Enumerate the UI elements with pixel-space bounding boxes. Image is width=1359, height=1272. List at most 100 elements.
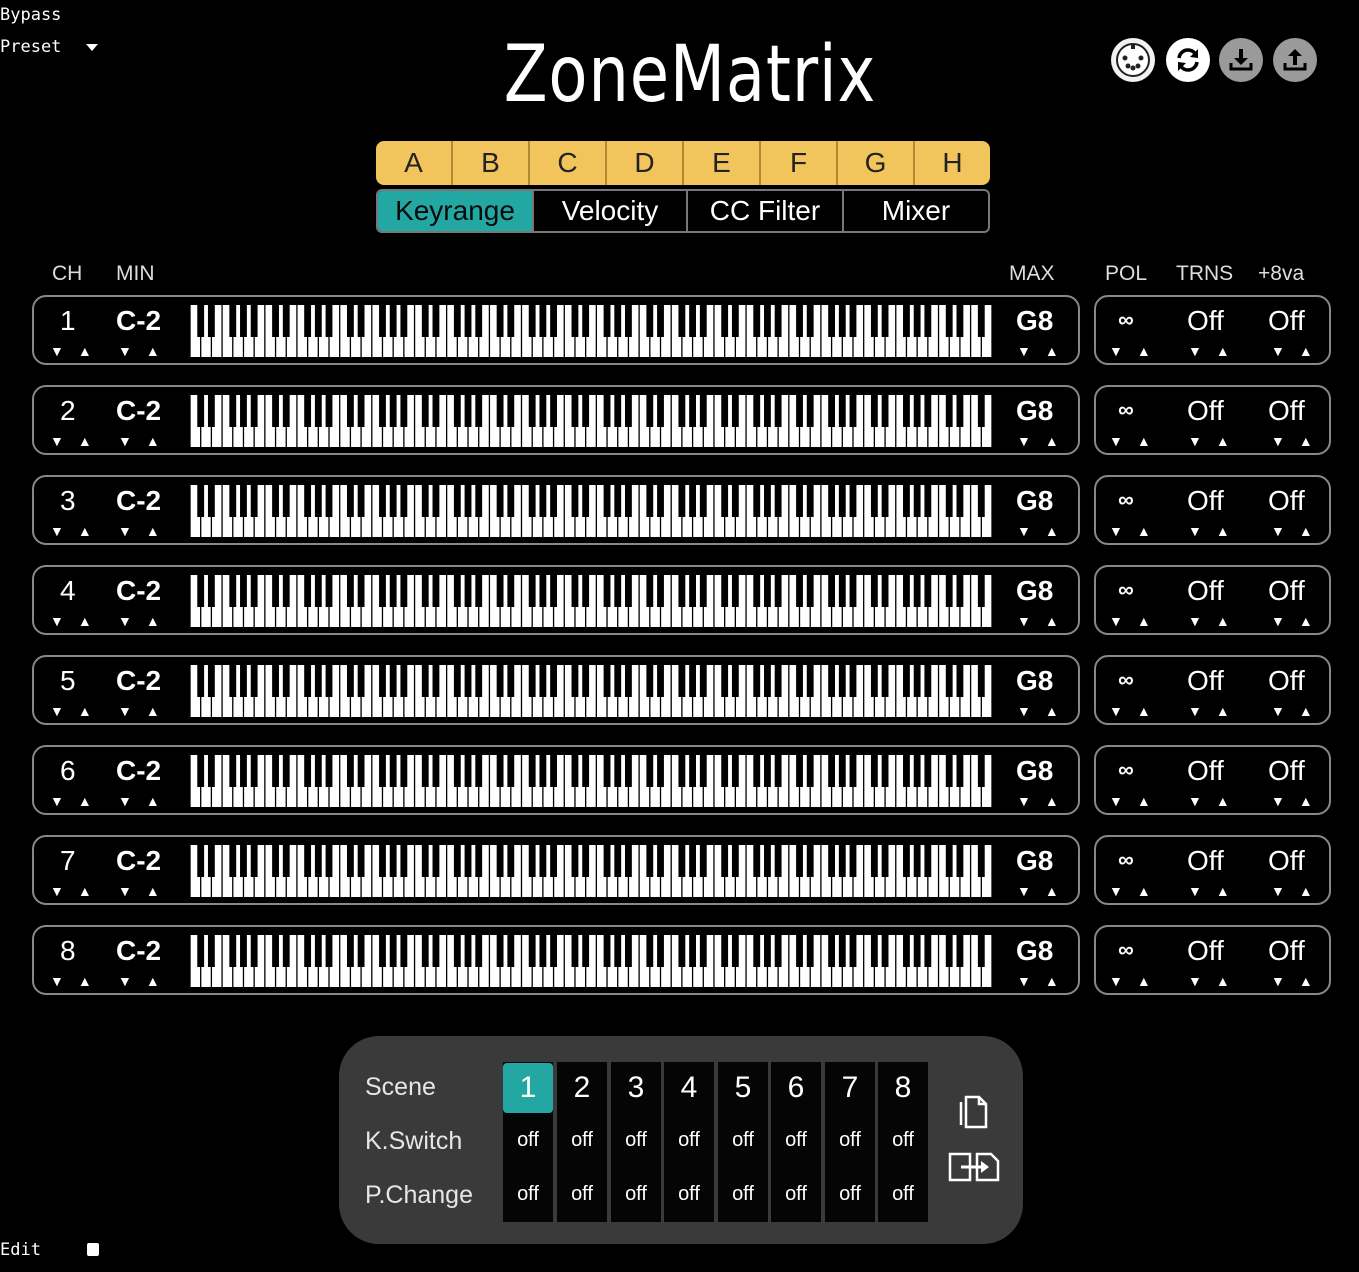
transpose-stepper[interactable]: ▼▲ (1188, 793, 1244, 809)
preset-label[interactable]: Preset (0, 37, 61, 57)
min-stepper[interactable]: ▼▲ (118, 343, 174, 359)
scene-button[interactable]: 6 (771, 1063, 821, 1113)
edit-label[interactable]: Edit (0, 1240, 41, 1260)
kswitch-value[interactable]: off (557, 1129, 607, 1152)
keyboard[interactable] (189, 485, 993, 537)
channel-stepper[interactable]: ▼▲ (50, 883, 106, 899)
pchange-value[interactable]: off (557, 1183, 607, 1206)
pchange-value[interactable]: off (825, 1183, 875, 1206)
zone-tab-a[interactable]: A (376, 141, 453, 185)
channel-stepper[interactable]: ▼▲ (50, 973, 106, 989)
max-stepper[interactable]: ▼▲ (1017, 613, 1073, 629)
pchange-value[interactable]: off (664, 1183, 714, 1206)
channel-stepper[interactable]: ▼▲ (50, 793, 106, 809)
kswitch-value[interactable]: off (718, 1129, 768, 1152)
scene-button[interactable]: 5 (718, 1063, 768, 1113)
min-stepper[interactable]: ▼▲ (118, 433, 174, 449)
max-stepper[interactable]: ▼▲ (1017, 973, 1073, 989)
channel-stepper[interactable]: ▼▲ (50, 703, 106, 719)
tab-velocity[interactable]: Velocity (534, 191, 688, 231)
download-icon[interactable] (1219, 38, 1263, 82)
channel-stepper[interactable]: ▼▲ (50, 343, 106, 359)
kswitch-value[interactable]: off (611, 1129, 661, 1152)
preset-dropdown-icon[interactable] (86, 44, 98, 51)
scene-button[interactable]: 7 (825, 1063, 875, 1113)
keyboard[interactable] (189, 305, 993, 357)
min-stepper[interactable]: ▼▲ (118, 793, 174, 809)
zone-tab-c[interactable]: C (530, 141, 607, 185)
transpose-stepper[interactable]: ▼▲ (1188, 343, 1244, 359)
min-stepper[interactable]: ▼▲ (118, 883, 174, 899)
pchange-value[interactable]: off (771, 1183, 821, 1206)
pchange-value[interactable]: off (718, 1183, 768, 1206)
octave-stepper[interactable]: ▼▲ (1271, 523, 1327, 539)
pchange-value[interactable]: off (503, 1183, 553, 1206)
max-stepper[interactable]: ▼▲ (1017, 703, 1073, 719)
refresh-icon[interactable] (1166, 38, 1210, 82)
kswitch-value[interactable]: off (878, 1129, 928, 1152)
transpose-stepper[interactable]: ▼▲ (1188, 613, 1244, 629)
octave-stepper[interactable]: ▼▲ (1271, 793, 1327, 809)
min-stepper[interactable]: ▼▲ (118, 523, 174, 539)
polarity-stepper[interactable]: ▼▲ (1109, 793, 1165, 809)
zone-tab-g[interactable]: G (838, 141, 915, 185)
transpose-stepper[interactable]: ▼▲ (1188, 433, 1244, 449)
zone-tab-b[interactable]: B (453, 141, 530, 185)
max-stepper[interactable]: ▼▲ (1017, 523, 1073, 539)
kswitch-value[interactable]: off (664, 1129, 714, 1152)
scene-button[interactable]: 1 (503, 1063, 553, 1113)
paste-icon[interactable] (947, 1148, 1003, 1189)
zone-tab-e[interactable]: E (684, 141, 761, 185)
transpose-stepper[interactable]: ▼▲ (1188, 973, 1244, 989)
polarity-stepper[interactable]: ▼▲ (1109, 883, 1165, 899)
polarity-stepper[interactable]: ▼▲ (1109, 703, 1165, 719)
midi-port-icon[interactable] (1111, 38, 1155, 82)
scene-button[interactable]: 3 (611, 1063, 661, 1113)
tab-keyrange[interactable]: Keyrange (378, 191, 534, 231)
keyboard[interactable] (189, 845, 993, 897)
polarity-stepper[interactable]: ▼▲ (1109, 433, 1165, 449)
copy-icon[interactable] (957, 1094, 989, 1135)
keyboard[interactable] (189, 395, 993, 447)
pchange-value[interactable]: off (878, 1183, 928, 1206)
min-stepper[interactable]: ▼▲ (118, 613, 174, 629)
pchange-value[interactable]: off (611, 1183, 661, 1206)
keyboard[interactable] (189, 575, 993, 627)
kswitch-value[interactable]: off (771, 1129, 821, 1152)
tab-cc-filter[interactable]: CC Filter (688, 191, 844, 231)
kswitch-value[interactable]: off (503, 1129, 553, 1152)
max-stepper[interactable]: ▼▲ (1017, 793, 1073, 809)
polarity-stepper[interactable]: ▼▲ (1109, 343, 1165, 359)
octave-stepper[interactable]: ▼▲ (1271, 433, 1327, 449)
octave-stepper[interactable]: ▼▲ (1271, 883, 1327, 899)
upload-icon[interactable] (1273, 38, 1317, 82)
zone-tab-f[interactable]: F (761, 141, 838, 185)
tab-mixer[interactable]: Mixer (844, 191, 988, 231)
min-stepper[interactable]: ▼▲ (118, 703, 174, 719)
min-stepper[interactable]: ▼▲ (118, 973, 174, 989)
transpose-stepper[interactable]: ▼▲ (1188, 883, 1244, 899)
keyboard[interactable] (189, 755, 993, 807)
max-stepper[interactable]: ▼▲ (1017, 343, 1073, 359)
keyboard[interactable] (189, 935, 993, 987)
zone-tab-h[interactable]: H (915, 141, 990, 185)
transpose-stepper[interactable]: ▼▲ (1188, 523, 1244, 539)
scene-button[interactable]: 2 (557, 1063, 607, 1113)
scene-button[interactable]: 8 (878, 1063, 928, 1113)
octave-stepper[interactable]: ▼▲ (1271, 613, 1327, 629)
edit-toggle-icon[interactable] (87, 1243, 99, 1256)
keyboard[interactable] (189, 665, 993, 717)
transpose-stepper[interactable]: ▼▲ (1188, 703, 1244, 719)
channel-stepper[interactable]: ▼▲ (50, 523, 106, 539)
octave-stepper[interactable]: ▼▲ (1271, 703, 1327, 719)
polarity-stepper[interactable]: ▼▲ (1109, 613, 1165, 629)
zone-tab-d[interactable]: D (607, 141, 684, 185)
max-stepper[interactable]: ▼▲ (1017, 433, 1073, 449)
polarity-stepper[interactable]: ▼▲ (1109, 523, 1165, 539)
bypass-label[interactable]: Bypass (0, 5, 61, 25)
channel-stepper[interactable]: ▼▲ (50, 613, 106, 629)
octave-stepper[interactable]: ▼▲ (1271, 973, 1327, 989)
max-stepper[interactable]: ▼▲ (1017, 883, 1073, 899)
polarity-stepper[interactable]: ▼▲ (1109, 973, 1165, 989)
octave-stepper[interactable]: ▼▲ (1271, 343, 1327, 359)
